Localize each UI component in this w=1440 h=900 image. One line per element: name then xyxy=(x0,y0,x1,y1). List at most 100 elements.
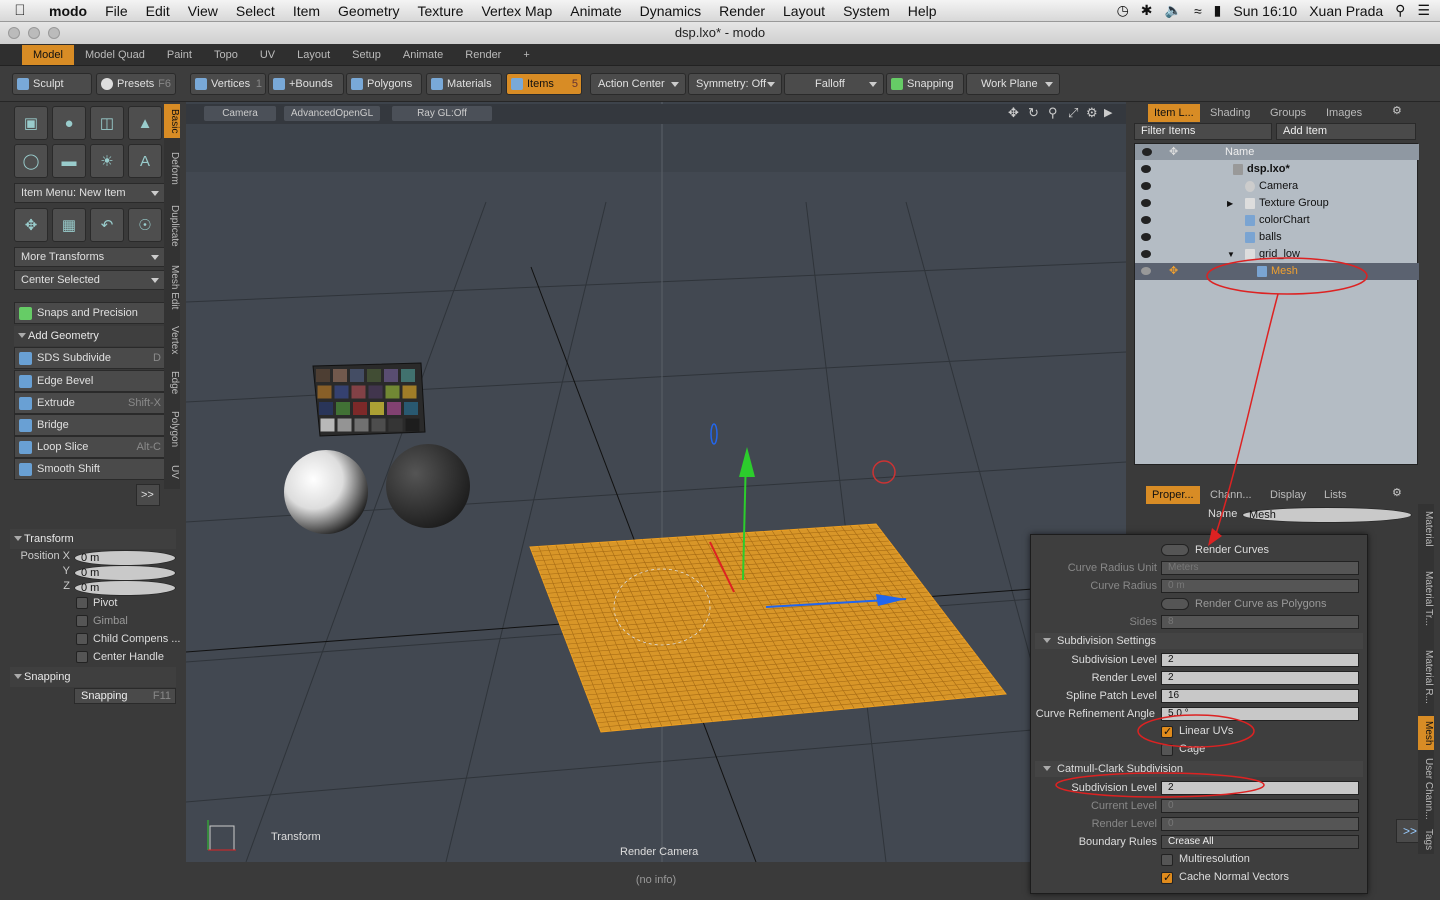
menu-texture[interactable]: Texture xyxy=(409,3,473,19)
sds-subdivide-button[interactable]: SDS Subdivide D xyxy=(14,347,166,369)
menu-user[interactable]: Xuan Prada xyxy=(1309,3,1383,19)
transform-header[interactable]: Transform xyxy=(10,529,176,549)
menu-animate[interactable]: Animate xyxy=(561,3,630,19)
menu-clock[interactable]: Sun 16:10 xyxy=(1233,3,1297,19)
new-torus-icon[interactable]: ◯ xyxy=(14,144,48,178)
pivot-checkbox[interactable] xyxy=(76,597,88,609)
visibility-eye-icon[interactable] xyxy=(1141,165,1151,173)
cc-render-level-field[interactable]: 0 xyxy=(1161,817,1359,831)
transform-icon[interactable]: ✥ xyxy=(14,208,48,242)
menu-file[interactable]: File xyxy=(96,3,137,19)
new-cylinder-icon[interactable]: ◫ xyxy=(90,106,124,140)
menu-render[interactable]: Render xyxy=(710,3,774,19)
multiresolution-checkbox[interactable] xyxy=(1161,854,1173,866)
render-level-field[interactable]: 2 xyxy=(1161,671,1359,685)
tab-display[interactable]: Display xyxy=(1264,486,1312,504)
visibility-eye-icon[interactable] xyxy=(1141,267,1151,275)
tab-lists[interactable]: Lists xyxy=(1318,486,1353,504)
bridge-button[interactable]: Bridge xyxy=(14,414,166,436)
tab-groups[interactable]: Groups xyxy=(1264,104,1312,122)
add-geometry-header[interactable]: Add Geometry xyxy=(14,326,166,346)
boundary-rules-dropdown[interactable]: Crease All xyxy=(1161,835,1359,849)
position-y-field[interactable]: 0 m xyxy=(74,565,176,581)
cage-checkbox[interactable] xyxy=(1161,744,1173,756)
properties-settings-gear-icon[interactable]: ⚙ xyxy=(1392,486,1402,499)
new-plane-icon[interactable]: ▬ xyxy=(52,144,86,178)
linear-uvs-checkbox[interactable] xyxy=(1161,725,1173,738)
viewport-settings-gear-icon[interactable]: ⚙ xyxy=(1086,105,1098,121)
tab-properties[interactable]: Proper... xyxy=(1146,486,1200,504)
menu-edit[interactable]: Edit xyxy=(137,3,179,19)
catmull-clark-header[interactable]: Catmull-Clark Subdivision xyxy=(1035,761,1363,777)
wifi-icon[interactable]: ≈ xyxy=(1194,3,1202,19)
materials-button[interactable]: Materials xyxy=(426,73,502,95)
menu-app-name[interactable]: modo xyxy=(40,3,96,19)
center-selected-dropdown[interactable]: Center Selected xyxy=(14,270,166,290)
menu-select[interactable]: Select xyxy=(227,3,284,19)
viewport-opengl-tab[interactable]: AdvancedOpenGL xyxy=(284,106,380,121)
polygons-button[interactable]: Polygons xyxy=(346,73,422,95)
tree-row-colorchart[interactable]: colorChart xyxy=(1135,212,1419,229)
gimbal-checkbox[interactable] xyxy=(76,615,88,627)
bend-icon[interactable]: ↶ xyxy=(90,208,124,242)
side-tab-vertex[interactable]: Vertex xyxy=(164,318,180,362)
side-tab-duplicate[interactable]: Duplicate xyxy=(164,196,180,256)
smooth-shift-button[interactable]: Smooth Shift xyxy=(14,458,166,480)
side-tab-material-ref[interactable]: Material R... xyxy=(1418,644,1434,710)
subdivision-level-field[interactable]: 2 xyxy=(1161,653,1359,667)
sculpt-button[interactable]: Sculpt xyxy=(12,73,92,95)
chrome-ball[interactable] xyxy=(284,450,368,534)
menu-layout[interactable]: Layout xyxy=(774,3,834,19)
visibility-eye-icon[interactable] xyxy=(1141,182,1151,190)
menu-item[interactable]: Item xyxy=(284,3,329,19)
battery-icon[interactable]: ▮ xyxy=(1214,2,1222,19)
more-tools-button[interactable]: >> xyxy=(136,484,160,506)
menu-help[interactable]: Help xyxy=(899,3,946,19)
menu-system[interactable]: System xyxy=(834,3,899,19)
spotlight-search-icon[interactable]: ⚲ xyxy=(1395,2,1405,19)
tree-row-texture-group[interactable]: ▶ Texture Group xyxy=(1135,195,1419,212)
item-menu-dropdown[interactable]: Item Menu: New Item xyxy=(14,183,166,203)
tree-row-scene[interactable]: dsp.lxo* xyxy=(1135,161,1419,178)
new-sphere-icon[interactable]: ● xyxy=(52,106,86,140)
y-axis-arrow-icon[interactable] xyxy=(739,447,755,477)
close-window-button[interactable] xyxy=(8,27,20,39)
loop-slice-button[interactable]: Loop Slice Alt-C xyxy=(14,436,166,458)
render-curve-polygons-toggle[interactable] xyxy=(1161,598,1189,610)
more-transforms-dropdown[interactable]: More Transforms xyxy=(14,247,166,267)
rotate-handle-red[interactable] xyxy=(872,460,896,484)
tree-row-mesh[interactable]: ✥ Mesh xyxy=(1135,263,1419,280)
apple-icon[interactable]:  xyxy=(0,2,40,19)
position-x-field[interactable]: 0 m xyxy=(74,550,176,566)
minimize-window-button[interactable] xyxy=(28,27,40,39)
time-machine-icon[interactable]: ◷ xyxy=(1117,2,1129,19)
color-chart[interactable] xyxy=(312,362,426,437)
side-tab-edge[interactable]: Edge xyxy=(164,366,180,400)
3d-viewport[interactable]: Transform Render Camera xyxy=(186,102,1126,862)
collapse-arrow-icon[interactable]: ▼ xyxy=(1227,246,1235,263)
side-tab-mesh-edit[interactable]: Mesh Edit xyxy=(164,260,180,314)
add-item-dropdown[interactable]: Add Item xyxy=(1276,123,1416,140)
grey-ball[interactable] xyxy=(386,444,470,528)
work-plane-dropdown[interactable]: Work Plane xyxy=(966,73,1060,95)
tab-shading[interactable]: Shading xyxy=(1204,104,1256,122)
subdivision-settings-header[interactable]: Subdivision Settings xyxy=(1035,633,1363,649)
position-z-field[interactable]: 0 m xyxy=(74,580,176,596)
grid-icon[interactable]: ▦ xyxy=(52,208,86,242)
zoom-window-button[interactable] xyxy=(48,27,60,39)
render-curves-toggle[interactable] xyxy=(1161,544,1189,556)
tab-images[interactable]: Images xyxy=(1320,104,1368,122)
vertices-button[interactable]: Vertices 1 xyxy=(190,73,266,95)
side-tab-uv[interactable]: UV xyxy=(164,458,180,486)
new-cone-icon[interactable]: ▲ xyxy=(128,106,162,140)
side-tab-deform[interactable]: Deform xyxy=(164,144,180,192)
bounds-button[interactable]: +Bounds xyxy=(268,73,344,95)
tree-row-grid-low[interactable]: ▼ grid_low xyxy=(1135,246,1419,263)
name-column-header[interactable]: Name xyxy=(1225,144,1254,161)
side-tab-user-channels[interactable]: User Chann... xyxy=(1418,756,1434,822)
zoom-view-icon[interactable]: ⚲ xyxy=(1048,105,1058,121)
visibility-eye-icon[interactable] xyxy=(1141,199,1151,207)
falloff-dropdown[interactable]: Falloff xyxy=(784,73,884,95)
extrude-button[interactable]: Extrude Shift-X xyxy=(14,392,166,414)
side-tab-mesh[interactable]: Mesh xyxy=(1418,716,1434,750)
